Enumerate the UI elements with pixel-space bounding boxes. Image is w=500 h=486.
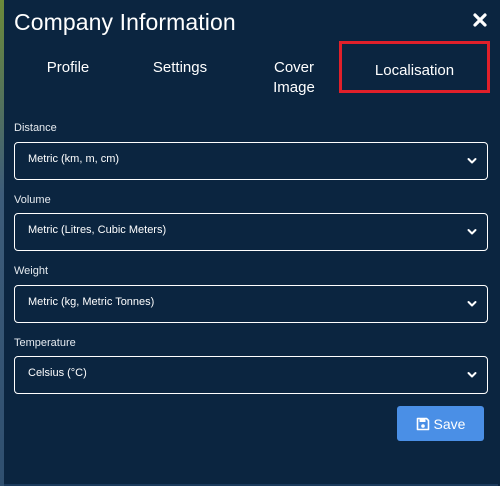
temperature-select[interactable]: Celsius (°C) [14,356,488,394]
volume-label: Volume [14,194,51,206]
distance-label: Distance [14,122,57,134]
save-button-label: Save [433,415,466,432]
tab-bar: Profile Settings Cover Image Localisatio… [4,41,498,100]
weight-label: Weight [14,265,49,277]
tab-localisation-label: Localisation [374,62,455,79]
company-information-modal: Company Information Profile Settings Cov… [4,0,498,486]
floppy-disk-icon [416,417,430,431]
chevron-down-icon [467,299,477,309]
chevron-down-icon [467,370,477,380]
save-button[interactable]: Save [397,406,484,441]
distance-select-value: Metric (km, m, cm) [28,153,120,165]
tab-profile-label: Profile [46,59,90,76]
weight-select[interactable]: Metric (kg, Metric Tonnes) [14,285,488,323]
weight-select-value: Metric (kg, Metric Tonnes) [28,296,155,308]
modal-title: Company Information [14,9,236,35]
chevron-down-icon [467,227,477,237]
close-icon [473,13,487,27]
tab-cover-image-label-line2: Image [273,79,315,96]
volume-select-value: Metric (Litres, Cubic Meters) [28,224,167,236]
distance-select[interactable]: Metric (km, m, cm) [14,142,488,180]
volume-select[interactable]: Metric (Litres, Cubic Meters) [14,213,488,251]
temperature-label: Temperature [14,337,76,349]
tab-settings[interactable]: Settings [140,58,220,78]
close-button[interactable] [472,12,488,28]
temperature-select-value: Celsius (°C) [28,367,87,379]
tab-cover-image-label-line1: Cover [273,59,314,76]
tab-settings-label: Settings [152,59,208,76]
page: Company Information Profile Settings Cov… [0,0,500,486]
tab-cover-image[interactable]: Cover Image [256,58,332,98]
tab-profile[interactable]: Profile [28,58,108,78]
tab-localisation[interactable]: Localisation [339,41,490,93]
chevron-down-icon [467,156,477,166]
